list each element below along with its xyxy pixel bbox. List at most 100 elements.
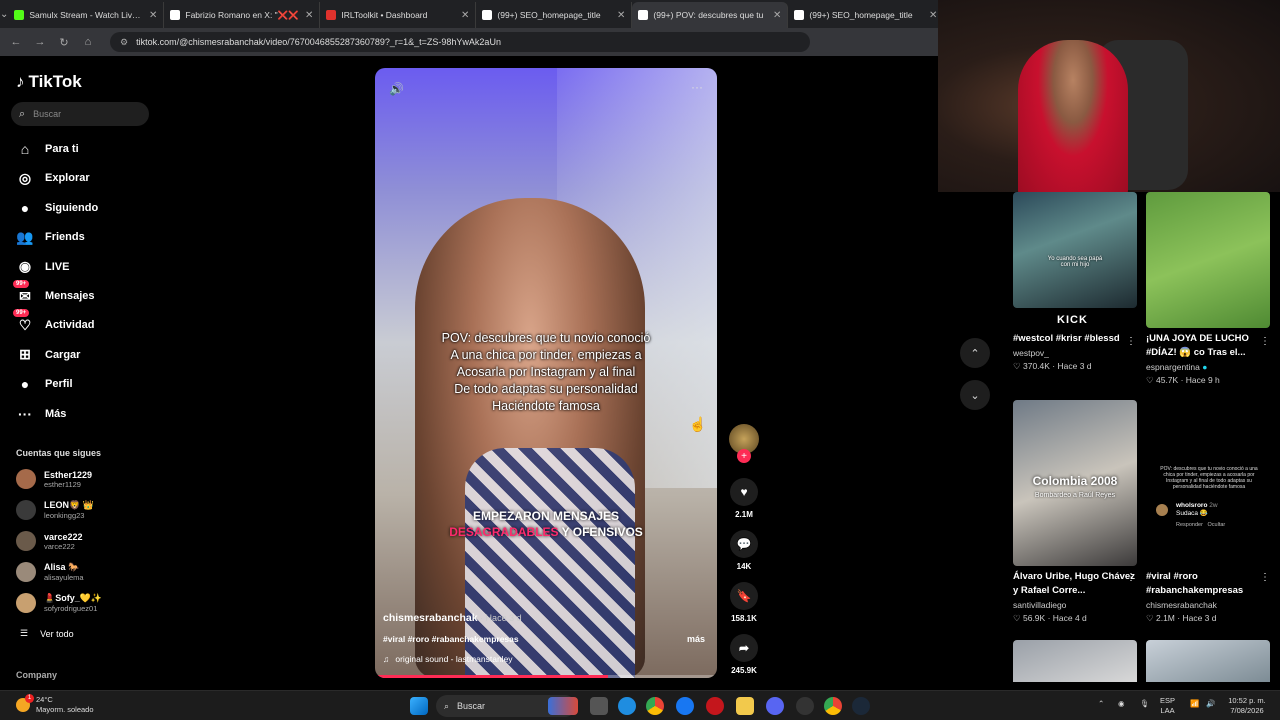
tab-favicon-icon [326, 10, 337, 20]
scroll-up-button[interactable]: ⌃ [960, 338, 990, 368]
card-thumbnail-partial[interactable] [1146, 640, 1270, 682]
video-tags[interactable]: #viral #roro #rabanchakempresas [383, 634, 519, 644]
company-link[interactable]: Company [16, 670, 57, 680]
file-explorer-icon[interactable] [736, 697, 754, 715]
save-button[interactable]: 🔖 158.1K [728, 582, 760, 623]
windows-start-icon[interactable] [410, 697, 428, 715]
video-player[interactable]: 🔊 ··· POV: descubres que tu novio conoci… [375, 68, 717, 678]
home-browser-icon[interactable]: ⌂ [78, 32, 98, 52]
facebook-icon[interactable] [676, 697, 694, 715]
recommended-card[interactable]: ¡UNA JOYA DE LUCHO #DÍAZ! 😱 co Tras el..… [1146, 192, 1270, 386]
follow-plus-icon[interactable]: + [737, 449, 751, 463]
tray-chevron-icon[interactable]: ⌃ [1098, 699, 1104, 709]
nav-badge: 99+ [13, 280, 30, 288]
steam-icon[interactable] [852, 697, 870, 715]
reply-link[interactable]: Responder [1176, 522, 1203, 528]
clock[interactable]: 10:52 p. m. 7/08/2026 [1222, 696, 1272, 716]
chrome-active-icon[interactable] [824, 697, 842, 715]
hide-link[interactable]: Ocultar [1208, 522, 1226, 528]
card-author[interactable]: espnargentina ● [1146, 362, 1270, 372]
tab-close-icon[interactable]: ✕ [929, 10, 937, 21]
nav-label: Explorar [45, 172, 90, 185]
nav-item[interactable]: ● Perfil [15, 373, 73, 395]
browser-tab[interactable]: (99+) SEO_homepage_title ✕ [476, 2, 633, 28]
video-progress-bar[interactable] [375, 675, 717, 678]
url-field[interactable]: ⚙ tiktok.com/@chismesrabanchak/video/767… [110, 32, 810, 52]
nav-label: Friends [45, 231, 85, 244]
card-thumbnail-partial[interactable] [1013, 640, 1137, 682]
tab-close-icon[interactable]: ✕ [773, 10, 781, 21]
video-more-icon[interactable]: ··· [691, 80, 703, 94]
tiktok-logo[interactable]: ♪ TikTok [16, 72, 82, 92]
nav-item[interactable]: ✉ 99+ Mensajes [13, 280, 95, 307]
nav-label: Actividad [45, 319, 95, 332]
card-menu-icon[interactable]: ⋮ [1260, 572, 1270, 583]
tab-close-icon[interactable]: ✕ [461, 10, 469, 21]
browser-tab[interactable]: (99+) POV: descubres que tu ✕ [632, 2, 789, 28]
wifi-icon[interactable]: 📶 [1190, 699, 1199, 709]
nav-item[interactable]: ◉ LIVE [15, 256, 70, 278]
tab-close-icon[interactable]: ✕ [617, 10, 625, 21]
video-progress-fill [375, 675, 608, 678]
like-button[interactable]: ♥ 2.1M [728, 478, 760, 519]
nav-item[interactable]: ♡ 99+ Actividad [13, 309, 95, 336]
nav-item[interactable]: 👥 Friends [15, 226, 85, 248]
back-icon[interactable]: ← [6, 32, 26, 52]
chrome-icon[interactable] [646, 697, 664, 715]
following-account[interactable]: 💄Sofy_💛✨ sofyrodriguez01 [16, 590, 102, 616]
tab-close-icon[interactable]: ✕ [305, 10, 313, 21]
volume-icon[interactable]: 🔊 [389, 82, 404, 96]
tab-close-icon[interactable]: ✕ [149, 10, 157, 21]
video-author[interactable]: chismesrabanchak · Hace 3 d [383, 612, 522, 624]
recommended-card[interactable]: POV: descubres que tu novio conoció a un… [1146, 400, 1270, 624]
browser-tab-strip: ⌄ Samulx Stream - Watch Live on ✕ Fabrizio… [0, 0, 945, 28]
search-input[interactable]: ⌕ Buscar [11, 102, 149, 126]
card-author[interactable]: westpov_ [1013, 348, 1137, 358]
browser-tab[interactable]: Samulx Stream - Watch Live on ✕ [8, 2, 165, 28]
browser-tab[interactable]: (99+) SEO_homepage_title ✕ [788, 2, 945, 28]
card-menu-icon[interactable]: ⋮ [1126, 572, 1136, 583]
scroll-down-button[interactable]: ⌄ [960, 380, 990, 410]
tab-search-icon[interactable]: ⌄ [0, 0, 8, 28]
browser-tab[interactable]: IRLToolkit • Dashboard ✕ [320, 2, 477, 28]
nav-item[interactable]: ◎ Explorar [15, 167, 90, 189]
card-thumbnail[interactable]: Colombia 2008 Bombardeo a Raúl Reyes [1013, 400, 1137, 566]
card-thumbnail[interactable]: POV: descubres que tu novio conoció a un… [1146, 400, 1270, 566]
mic-icon[interactable]: 🎙 [1140, 699, 1150, 709]
card-thumbnail[interactable]: Yo cuando sea papá con mi hijo [1013, 192, 1137, 308]
task-view-icon[interactable] [590, 697, 608, 715]
nav-item[interactable]: ⊞ Cargar [15, 344, 80, 366]
language-indicator[interactable]: ESP LAA [1160, 696, 1175, 716]
forward-icon[interactable]: → [30, 32, 50, 52]
card-author[interactable]: santivilladiego [1013, 600, 1137, 610]
edge-icon[interactable] [618, 697, 636, 715]
recommended-card[interactable]: Yo cuando sea papá con mi hijo KICK #wes… [1013, 192, 1137, 372]
app-red-icon[interactable] [706, 697, 724, 715]
more-link[interactable]: más [687, 634, 705, 644]
nav-item[interactable]: ··· Más [15, 403, 66, 425]
browser-tab[interactable]: Fabrizio Romano en X: "❌❌ ✕ [164, 2, 321, 28]
nav-item[interactable]: ● Siguiendo [15, 197, 98, 219]
comment-button[interactable]: 💬 14K [728, 530, 760, 571]
share-button[interactable]: ➦ 245.9K [728, 634, 760, 675]
reload-icon[interactable]: ↻ [54, 32, 74, 52]
card-menu-icon[interactable]: ⋮ [1260, 336, 1270, 347]
volume-tray-icon[interactable]: 🔊 [1206, 699, 1215, 709]
following-account[interactable]: Esther1229 esther1129 [16, 466, 92, 492]
video-sound[interactable]: ♫ original sound - lastmanstanley [383, 654, 513, 664]
following-account[interactable]: Alisa 🐎 alisayulema [16, 559, 84, 585]
card-author[interactable]: chismesrabanchak [1146, 600, 1270, 610]
news-widget-icon[interactable] [548, 697, 578, 715]
following-account[interactable]: LEON🦁 👑 leonkingg23 [16, 497, 94, 523]
nav-item[interactable]: ⌂ Para ti [15, 138, 79, 160]
following-account[interactable]: varce222 varce222 [16, 528, 83, 554]
discord-icon[interactable] [766, 697, 784, 715]
network-icon[interactable]: ◉ [1118, 699, 1125, 709]
weather-widget[interactable]: 1 24°C Mayorm. soleado [16, 694, 94, 715]
obs-icon[interactable] [796, 697, 814, 715]
see-all-button[interactable]: ☰ Ver todo [20, 628, 74, 639]
site-info-icon[interactable]: ⚙ [120, 37, 128, 48]
card-menu-icon[interactable]: ⋮ [1126, 336, 1136, 347]
recommended-card[interactable]: Colombia 2008 Bombardeo a Raúl Reyes Álv… [1013, 400, 1137, 624]
card-thumbnail[interactable] [1146, 192, 1270, 328]
